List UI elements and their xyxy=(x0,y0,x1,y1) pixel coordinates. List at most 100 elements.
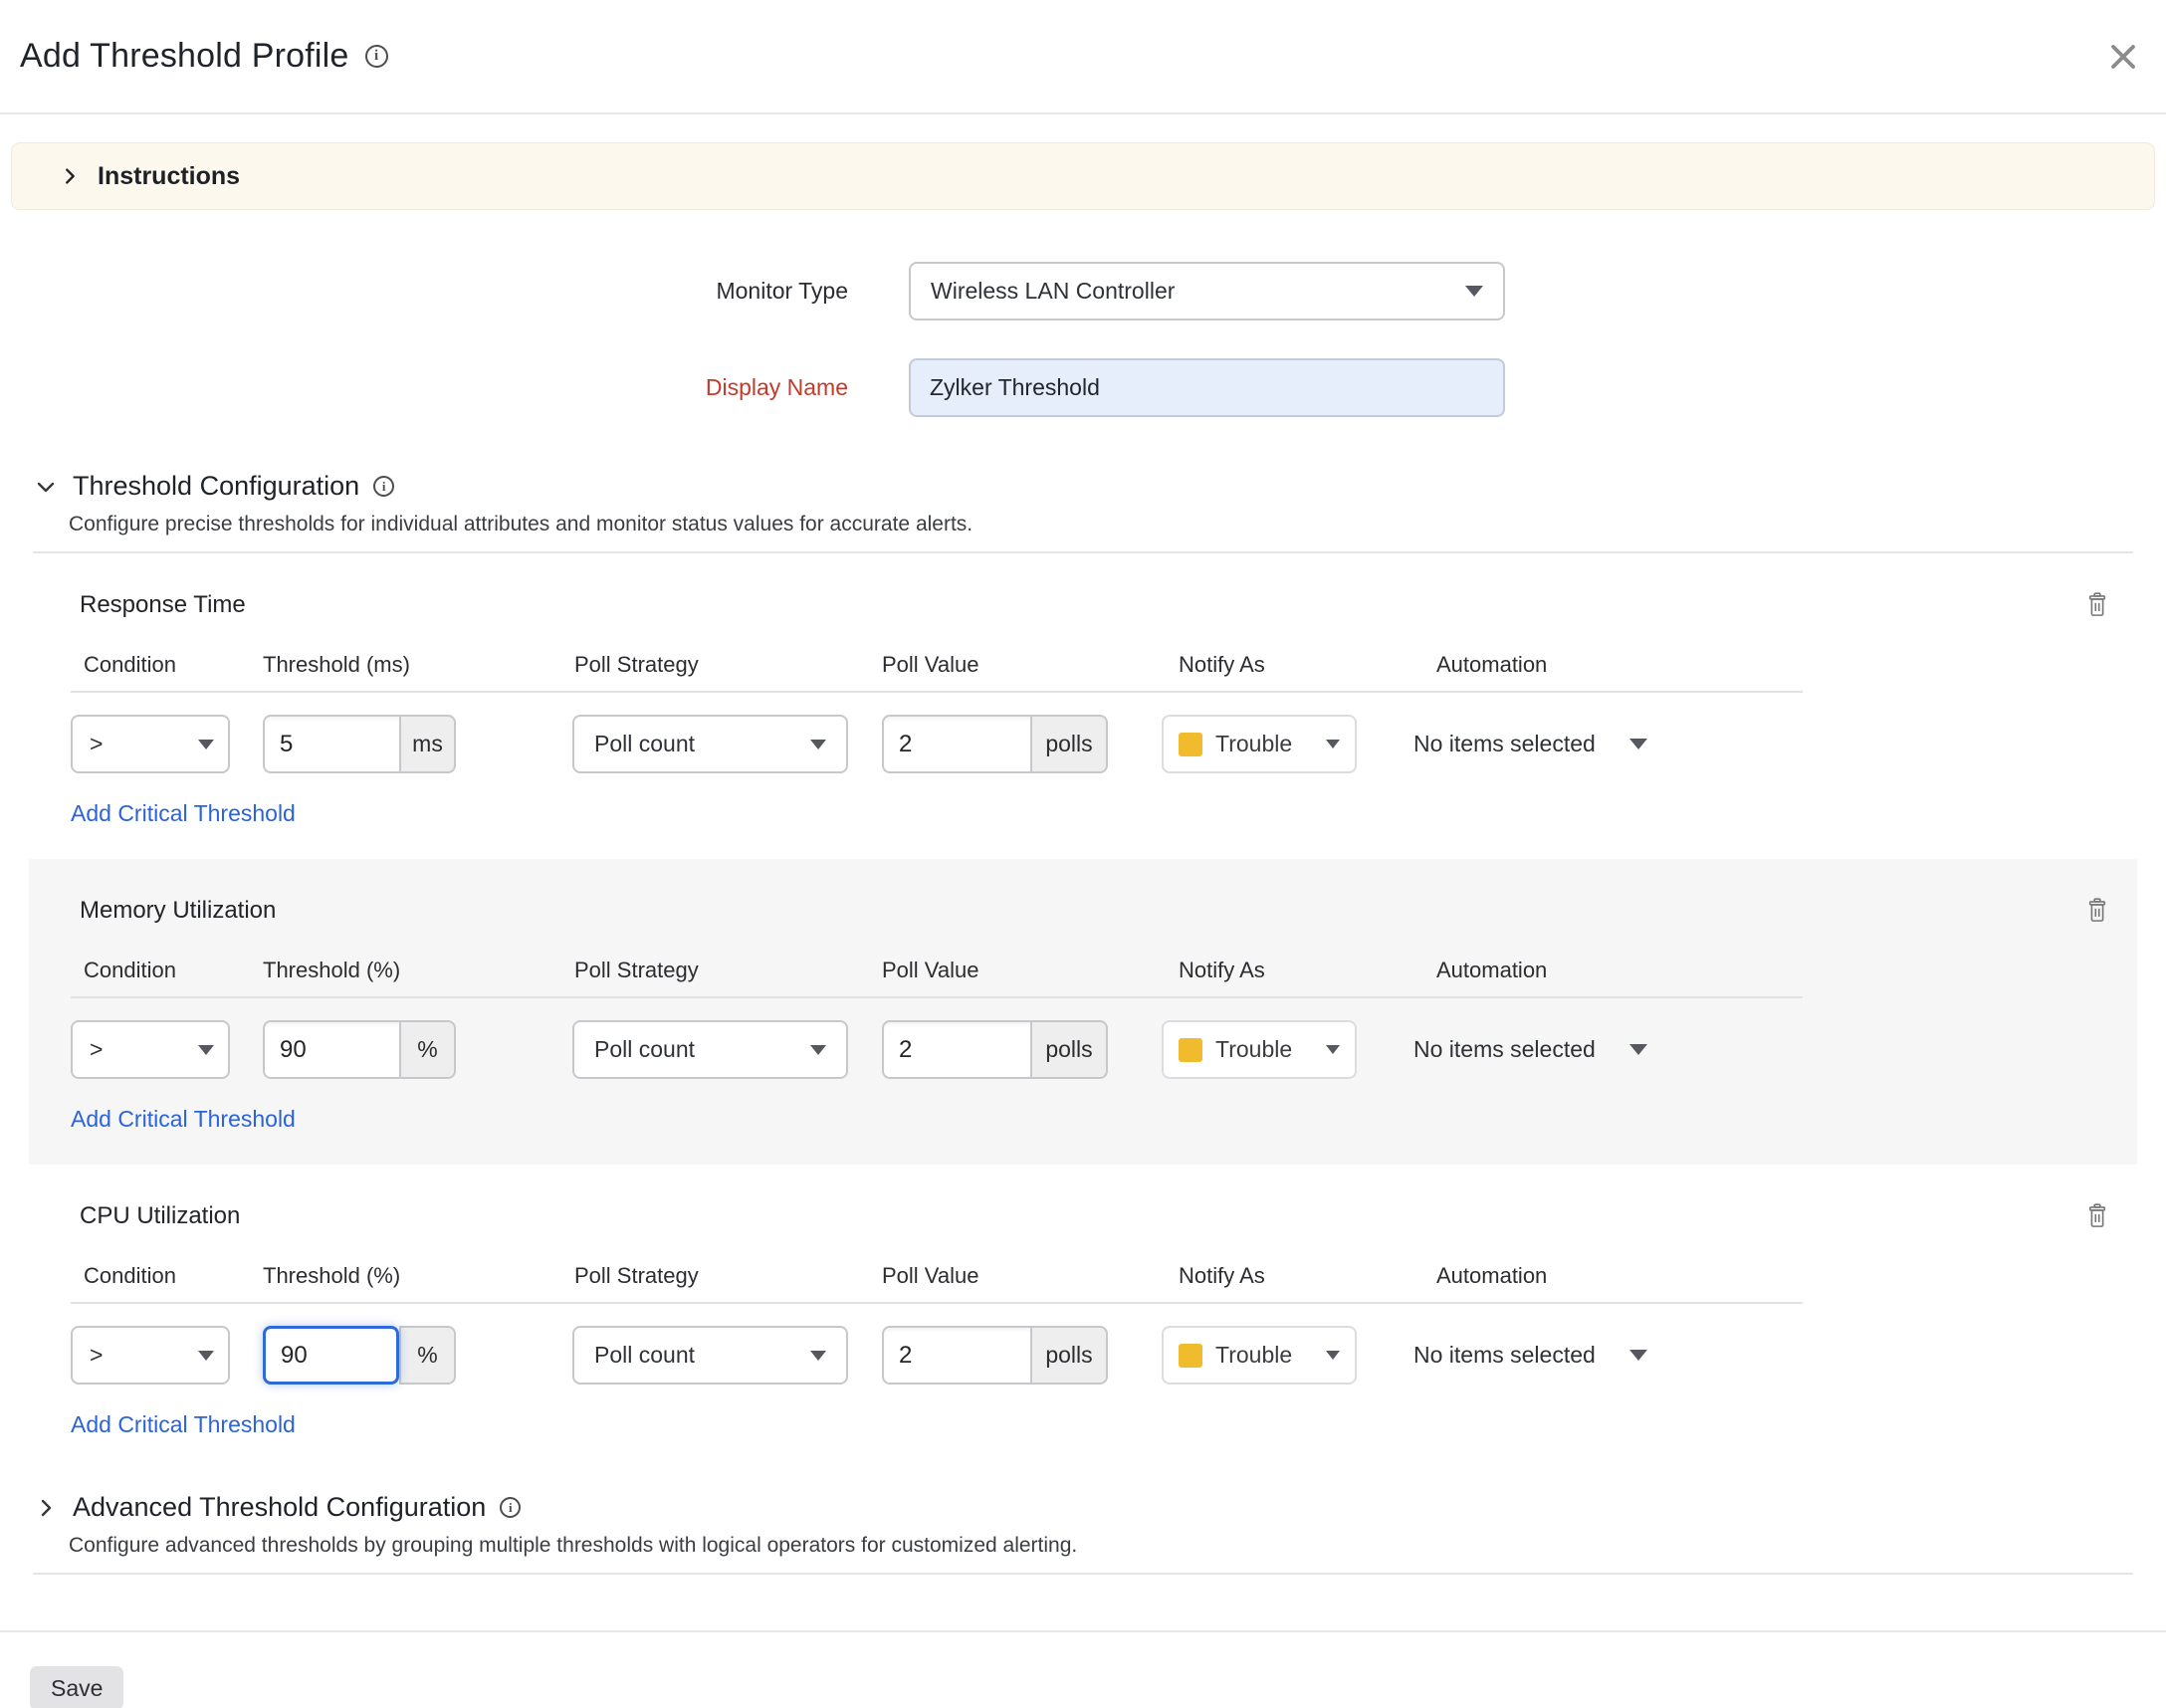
display-name-input[interactable] xyxy=(909,358,1505,417)
poll-strategy-select[interactable]: Poll count xyxy=(572,1020,848,1079)
automation-value: No items selected xyxy=(1413,1342,1596,1369)
add-critical-threshold-link[interactable]: Add Critical Threshold xyxy=(71,1106,296,1133)
info-icon[interactable]: i xyxy=(373,476,394,497)
threshold-unit-addon: % xyxy=(399,1020,456,1079)
threshold-unit-addon: % xyxy=(399,1326,456,1385)
column-header-condition: Condition xyxy=(71,652,230,678)
threshold-input[interactable] xyxy=(263,1020,399,1079)
poll-strategy-select[interactable]: Poll count xyxy=(572,715,848,773)
notify-color-swatch xyxy=(1179,733,1202,756)
caret-down-icon xyxy=(1629,1044,1647,1055)
column-header-notify-as: Notify As xyxy=(1162,1263,1357,1289)
poll-strategy-select[interactable]: Poll count xyxy=(572,1326,848,1385)
caret-down-icon xyxy=(1465,286,1483,297)
trash-icon xyxy=(2084,591,2110,619)
caret-down-icon xyxy=(810,740,826,749)
column-header-threshold: Threshold (%) xyxy=(263,1263,456,1289)
attribute-block-memory-utilization: Memory Utilization Condition Threshold (… xyxy=(0,859,2166,1165)
threshold-unit-addon: ms xyxy=(399,715,456,773)
caret-down-icon xyxy=(810,1045,826,1055)
column-header-condition: Condition xyxy=(71,1263,230,1289)
divider xyxy=(71,996,1803,998)
close-icon xyxy=(2108,42,2138,72)
notify-as-value: Trouble xyxy=(1215,1342,1326,1369)
caret-down-icon xyxy=(1326,740,1340,748)
threshold-config-title: Threshold Configuration xyxy=(73,471,359,502)
delete-attribute-button[interactable] xyxy=(2084,897,2110,925)
display-name-row: Display Name xyxy=(0,358,2166,417)
condition-value: > xyxy=(90,1036,103,1063)
chevron-down-icon xyxy=(34,475,58,499)
notify-as-select[interactable]: Trouble xyxy=(1162,1020,1357,1079)
poll-strategy-value: Poll count xyxy=(594,731,695,757)
notify-as-select[interactable]: Trouble xyxy=(1162,715,1357,773)
column-header-automation: Automation xyxy=(1413,958,1647,983)
poll-value-input[interactable] xyxy=(882,715,1030,773)
info-icon[interactable]: i xyxy=(500,1497,521,1518)
attribute-block-response-time: Response Time Condition Threshold (ms) P… xyxy=(0,553,2166,859)
notify-color-swatch xyxy=(1179,1344,1202,1368)
chevron-right-icon xyxy=(34,1496,58,1520)
poll-strategy-value: Poll count xyxy=(594,1036,695,1063)
advanced-config-header[interactable]: Advanced Threshold Configuration i xyxy=(0,1492,2166,1523)
chevron-right-icon xyxy=(59,165,81,187)
display-name-label: Display Name xyxy=(0,374,848,401)
advanced-config-title: Advanced Threshold Configuration xyxy=(73,1492,486,1523)
condition-select[interactable]: > xyxy=(71,715,230,773)
poll-value-unit-addon: polls xyxy=(1030,1020,1108,1079)
condition-select[interactable]: > xyxy=(71,1020,230,1079)
poll-value-unit-addon: polls xyxy=(1030,715,1108,773)
notify-as-select[interactable]: Trouble xyxy=(1162,1326,1357,1385)
delete-attribute-button[interactable] xyxy=(2084,591,2110,619)
threshold-input[interactable] xyxy=(263,715,399,773)
attribute-title: Response Time xyxy=(80,591,246,619)
add-critical-threshold-link[interactable]: Add Critical Threshold xyxy=(71,800,296,827)
instructions-section[interactable]: Instructions xyxy=(11,142,2155,210)
column-header-notify-as: Notify As xyxy=(1162,652,1357,678)
monitor-type-row: Monitor Type Wireless LAN Controller xyxy=(0,262,2166,320)
advanced-config-description: Configure advanced thresholds by groupin… xyxy=(0,1534,2166,1558)
column-header-poll-value: Poll Value xyxy=(882,1263,1108,1289)
condition-select[interactable]: > xyxy=(71,1326,230,1385)
dialog-title: Add Threshold Profile xyxy=(20,37,349,76)
save-button[interactable]: Save xyxy=(30,1666,123,1708)
threshold-config-description: Configure precise thresholds for individ… xyxy=(0,513,2166,536)
dialog-header: Add Threshold Profile i xyxy=(0,0,2166,114)
automation-select[interactable]: No items selected xyxy=(1413,1326,1647,1385)
delete-attribute-button[interactable] xyxy=(2084,1202,2110,1230)
automation-value: No items selected xyxy=(1413,731,1596,757)
column-header-automation: Automation xyxy=(1413,652,1647,678)
attribute-block-cpu-utilization: CPU Utilization Condition Threshold (%) … xyxy=(0,1165,2166,1470)
notify-as-value: Trouble xyxy=(1215,1036,1326,1063)
notify-color-swatch xyxy=(1179,1038,1202,1062)
automation-select[interactable]: No items selected xyxy=(1413,1020,1647,1079)
column-header-poll-strategy: Poll Strategy xyxy=(572,652,848,678)
trash-icon xyxy=(2084,897,2110,925)
instructions-label: Instructions xyxy=(98,162,240,191)
add-critical-threshold-link[interactable]: Add Critical Threshold xyxy=(71,1411,296,1438)
column-header-threshold: Threshold (ms) xyxy=(263,652,456,678)
caret-down-icon xyxy=(1629,739,1647,749)
condition-value: > xyxy=(90,1342,103,1369)
caret-down-icon xyxy=(1326,1351,1340,1360)
info-icon[interactable]: i xyxy=(365,45,388,68)
automation-select[interactable]: No items selected xyxy=(1413,715,1647,773)
poll-strategy-value: Poll count xyxy=(594,1342,695,1369)
condition-value: > xyxy=(90,731,103,757)
threshold-input-focused[interactable] xyxy=(263,1326,399,1385)
monitor-type-value: Wireless LAN Controller xyxy=(931,278,1175,305)
monitor-type-select[interactable]: Wireless LAN Controller xyxy=(909,262,1505,320)
column-header-poll-strategy: Poll Strategy xyxy=(572,958,848,983)
attribute-title: CPU Utilization xyxy=(80,1202,240,1230)
caret-down-icon xyxy=(198,740,214,749)
notify-as-value: Trouble xyxy=(1215,731,1326,757)
divider xyxy=(71,691,1803,693)
poll-value-input[interactable] xyxy=(882,1326,1030,1385)
threshold-config-header[interactable]: Threshold Configuration i xyxy=(0,471,2166,502)
attribute-title: Memory Utilization xyxy=(80,897,276,925)
caret-down-icon xyxy=(1629,1350,1647,1361)
poll-value-input[interactable] xyxy=(882,1020,1030,1079)
close-button[interactable] xyxy=(2108,42,2138,72)
column-header-condition: Condition xyxy=(71,958,230,983)
divider xyxy=(0,1630,2166,1632)
